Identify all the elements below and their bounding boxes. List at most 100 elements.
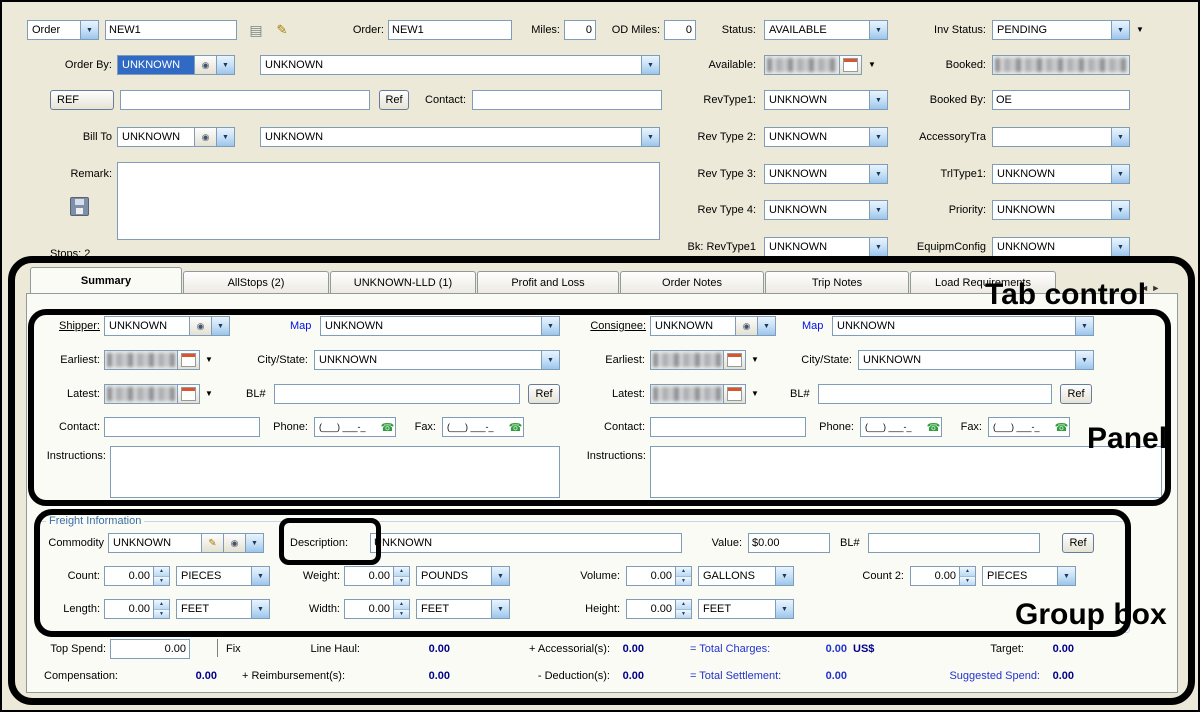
chevron-down-icon[interactable]: ▼ xyxy=(641,128,659,146)
chevron-down-icon[interactable]: ▼ xyxy=(1111,128,1129,146)
spinner-buttons[interactable]: ▲▼ xyxy=(959,567,975,585)
chevron-down-icon[interactable]: ▼ xyxy=(751,389,759,399)
equip-config-select[interactable]: UNKNOWN ▼ xyxy=(992,237,1130,257)
tab-order-notes[interactable]: Order Notes xyxy=(620,271,764,293)
count-input[interactable]: 0.00 ▲▼ xyxy=(104,566,170,586)
spinner-down-icon[interactable]: ▼ xyxy=(676,609,691,619)
ref-small-button[interactable]: Ref xyxy=(379,90,409,110)
spinner-buttons[interactable]: ▲▼ xyxy=(393,600,409,618)
inv-status-select[interactable]: PENDING ▼ xyxy=(992,20,1130,40)
shipper-ref-button[interactable]: Ref xyxy=(528,384,560,404)
spinner-up-icon[interactable]: ▲ xyxy=(394,600,409,609)
phone-icon[interactable]: ☎ xyxy=(926,418,941,436)
ref-button[interactable]: REF xyxy=(50,90,114,110)
order-by-name-select[interactable]: UNKNOWN ▼ xyxy=(260,55,660,75)
od-miles-field[interactable]: 0 xyxy=(664,20,696,40)
shipper-instructions-textarea[interactable] xyxy=(110,446,560,498)
print-button[interactable]: ▤ xyxy=(245,20,267,40)
chevron-down-icon[interactable]: ▼ xyxy=(216,56,234,74)
chevron-down-icon[interactable]: ▼ xyxy=(251,567,269,585)
shipper-fax-field[interactable]: (___) ___-_ ☎ xyxy=(442,417,524,437)
accessory-select[interactable]: ▼ xyxy=(992,127,1130,147)
calendar-button[interactable] xyxy=(177,351,199,369)
contact-field[interactable] xyxy=(472,90,662,110)
spinner-up-icon[interactable]: ▲ xyxy=(394,567,409,576)
chevron-down-icon[interactable]: ▼ xyxy=(1111,238,1129,256)
chevron-down-icon[interactable]: ▼ xyxy=(775,600,793,618)
freight-bl-field[interactable] xyxy=(868,533,1040,553)
priority-select[interactable]: UNKNOWN ▼ xyxy=(992,200,1130,220)
calendar-button[interactable] xyxy=(177,385,199,403)
bk-revtype1-select[interactable]: UNKNOWN ▼ xyxy=(764,237,888,257)
shipper-code-select[interactable]: UNKNOWN ◉ ▼ xyxy=(104,316,230,336)
count2-unit-select[interactable]: PIECES ▼ xyxy=(982,566,1076,586)
chevron-down-icon[interactable]: ▼ xyxy=(491,567,509,585)
top-spend-input[interactable]: 0.00 xyxy=(110,639,190,659)
save-remark-button[interactable] xyxy=(68,196,90,216)
chevron-down-icon[interactable]: ▼ xyxy=(211,317,229,335)
consignee-instructions-textarea[interactable] xyxy=(650,446,1162,498)
order-number-input[interactable]: NEW1 xyxy=(105,20,237,40)
commodity-select[interactable]: UNKNOWN ✎ ◉ ▼ xyxy=(108,533,264,553)
edit-order-button[interactable]: ✎ xyxy=(271,20,293,40)
chevron-down-icon[interactable]: ▼ xyxy=(1111,165,1129,183)
height-unit-select[interactable]: FEET ▼ xyxy=(698,599,794,619)
chevron-down-icon[interactable]: ▼ xyxy=(251,600,269,618)
calendar-button[interactable] xyxy=(723,351,745,369)
consignee-fax-field[interactable]: (___) ___-_ ☎ xyxy=(988,417,1070,437)
bill-to-name-select[interactable]: UNKNOWN ▼ xyxy=(260,127,660,147)
spinner-down-icon[interactable]: ▼ xyxy=(154,609,169,619)
chevron-down-icon[interactable]: ▼ xyxy=(245,534,263,552)
chevron-down-icon[interactable]: ▼ xyxy=(541,351,559,369)
spinner-down-icon[interactable]: ▼ xyxy=(960,576,975,586)
phone-icon[interactable]: ☎ xyxy=(380,418,395,436)
consignee-code-select[interactable]: UNKNOWN ◉ ▼ xyxy=(650,316,776,336)
available-date-field[interactable] xyxy=(764,55,862,75)
weight-input[interactable]: 0.00 ▲▼ xyxy=(344,566,410,586)
tab-summary[interactable]: Summary xyxy=(30,267,182,293)
order-field[interactable]: NEW1 xyxy=(388,20,512,40)
tab-load-requirements[interactable]: Load Requirements xyxy=(910,271,1056,293)
consignee-earliest-date-field[interactable] xyxy=(650,350,746,370)
booked-by-field[interactable]: OE xyxy=(992,90,1130,110)
width-unit-select[interactable]: FEET ▼ xyxy=(416,599,510,619)
spinner-buttons[interactable]: ▲▼ xyxy=(153,567,169,585)
revtype1-select[interactable]: UNKNOWN ▼ xyxy=(764,90,888,110)
chevron-down-icon[interactable]: ▼ xyxy=(757,317,775,335)
chevron-down-icon[interactable]: ▼ xyxy=(205,389,213,399)
spinner-up-icon[interactable]: ▲ xyxy=(676,567,691,576)
calendar-button[interactable] xyxy=(723,385,745,403)
trltype1-select[interactable]: UNKNOWN ▼ xyxy=(992,164,1130,184)
shipper-phone-field[interactable]: (___) ___-_ ☎ xyxy=(314,417,396,437)
spinner-down-icon[interactable]: ▼ xyxy=(154,576,169,586)
shipper-map-link[interactable]: Map xyxy=(290,319,311,333)
phone-icon[interactable]: ☎ xyxy=(508,418,523,436)
chevron-down-icon[interactable]: ▼ xyxy=(541,317,559,335)
consignee-bl-field[interactable] xyxy=(818,384,1052,404)
value-field[interactable]: $0.00 xyxy=(748,533,830,553)
count-unit-select[interactable]: PIECES ▼ xyxy=(176,566,270,586)
volume-unit-select[interactable]: GALLONS ▼ xyxy=(698,566,794,586)
spinner-buttons[interactable]: ▲▼ xyxy=(675,567,691,585)
chevron-down-icon[interactable]: ▼ xyxy=(205,355,213,365)
calendar-button[interactable] xyxy=(839,56,861,74)
chevron-down-icon[interactable]: ▼ xyxy=(1075,317,1093,335)
miles-field[interactable]: 0 xyxy=(564,20,596,40)
consignee-lookup-button[interactable]: ◉ xyxy=(735,317,757,335)
consignee-link[interactable]: Consignee: xyxy=(578,319,646,333)
status-select[interactable]: AVAILABLE ▼ xyxy=(764,20,888,40)
length-unit-select[interactable]: FEET ▼ xyxy=(176,599,270,619)
tab-scroll-arrows[interactable]: ◄ ► xyxy=(1140,283,1160,293)
chevron-down-icon[interactable]: ▼ xyxy=(869,201,887,219)
shipper-city-state-select[interactable]: UNKNOWN ▼ xyxy=(314,350,560,370)
chevron-down-icon[interactable]: ▼ xyxy=(869,91,887,109)
freight-ref-button[interactable]: Ref xyxy=(1062,533,1094,553)
chevron-down-icon[interactable]: ▼ xyxy=(80,21,98,39)
shipper-name-select[interactable]: UNKNOWN ▼ xyxy=(320,316,560,336)
chevron-down-icon[interactable]: ▼ xyxy=(775,567,793,585)
chevron-down-icon[interactable]: ▼ xyxy=(641,56,659,74)
chevron-down-icon[interactable]: ▼ xyxy=(1075,351,1093,369)
consignee-ref-button[interactable]: Ref xyxy=(1060,384,1092,404)
spinner-buttons[interactable]: ▲▼ xyxy=(393,567,409,585)
chevron-down-icon[interactable]: ▼ xyxy=(491,600,509,618)
